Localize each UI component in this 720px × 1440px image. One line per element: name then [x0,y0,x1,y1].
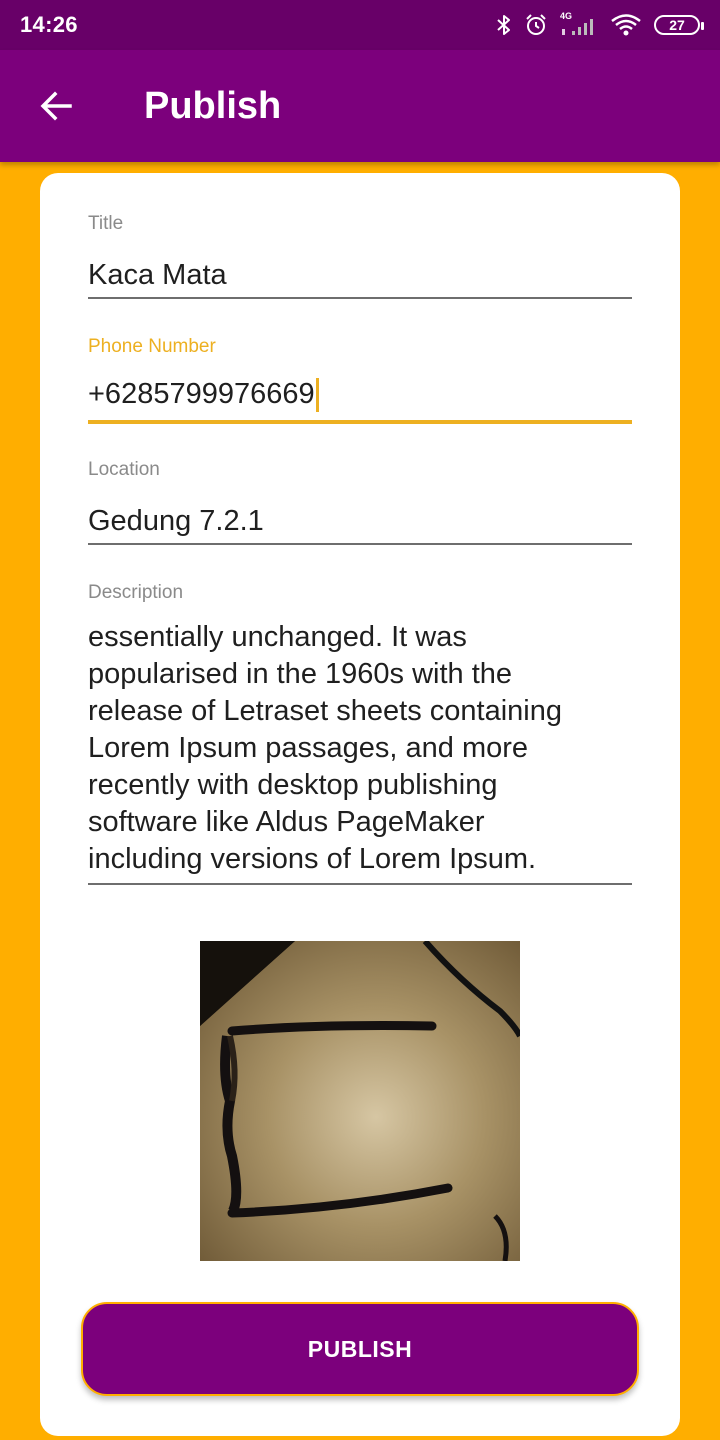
description-input[interactable]: essentially unchanged. It was popularise… [88,619,632,878]
description-underline [88,883,632,885]
bluetooth-icon [497,15,510,35]
description-line: software like Aldus PageMaker [88,806,485,838]
description-label: Description [88,582,184,603]
back-button[interactable] [0,50,112,162]
publish-form-card: Title Kaca Mata Phone Number +6285799976… [40,173,680,1436]
phone-label: Phone Number [88,336,216,357]
description-line: essentially unchanged. It was [88,621,467,653]
status-bar: 14:26 4G 27 [0,0,720,50]
title-label: Title [88,213,124,234]
phone-underline [88,420,632,424]
description-field[interactable]: Description essentially unchanged. It wa… [88,582,632,888]
description-line: popularised in the 1960s with the [88,658,513,690]
location-underline [88,543,632,545]
phone-input[interactable]: +6285799976669 [88,378,632,413]
status-icons: 4G 27 [496,11,704,37]
arrow-back-icon [40,91,72,121]
phone-value: +6285799976669 [88,378,315,410]
location-label: Location [88,459,160,480]
description-line: release of Letraset sheets containing [88,695,562,727]
text-cursor [315,378,319,413]
description-line: recently with desktop publishing [88,769,498,801]
status-time: 14:26 [20,12,78,37]
description-line: Lorem Ipsum passages, and more [88,732,529,764]
title-input[interactable]: Kaca Mata [88,259,632,292]
publish-button[interactable]: PUBLISH [81,1302,639,1396]
location-field[interactable]: Location Gedung 7.2.1 [88,459,632,549]
app-bar: Publish [0,50,720,162]
location-input[interactable]: Gedung 7.2.1 [88,505,632,538]
battery-level: 27 [669,17,685,33]
description-line: including versions of Lorem Ipsum. [88,843,537,875]
title-underline [88,297,632,299]
wifi-icon [611,14,641,36]
battery-icon: 27 [654,15,704,35]
phone-field[interactable]: Phone Number +6285799976669 [88,336,632,426]
alarm-icon [526,14,546,35]
title-field[interactable]: Title Kaca Mata [88,213,632,301]
page-title: Publish [144,84,282,127]
signal-icon: 4G [560,11,598,37]
eyeglasses-photo[interactable] [200,941,520,1261]
